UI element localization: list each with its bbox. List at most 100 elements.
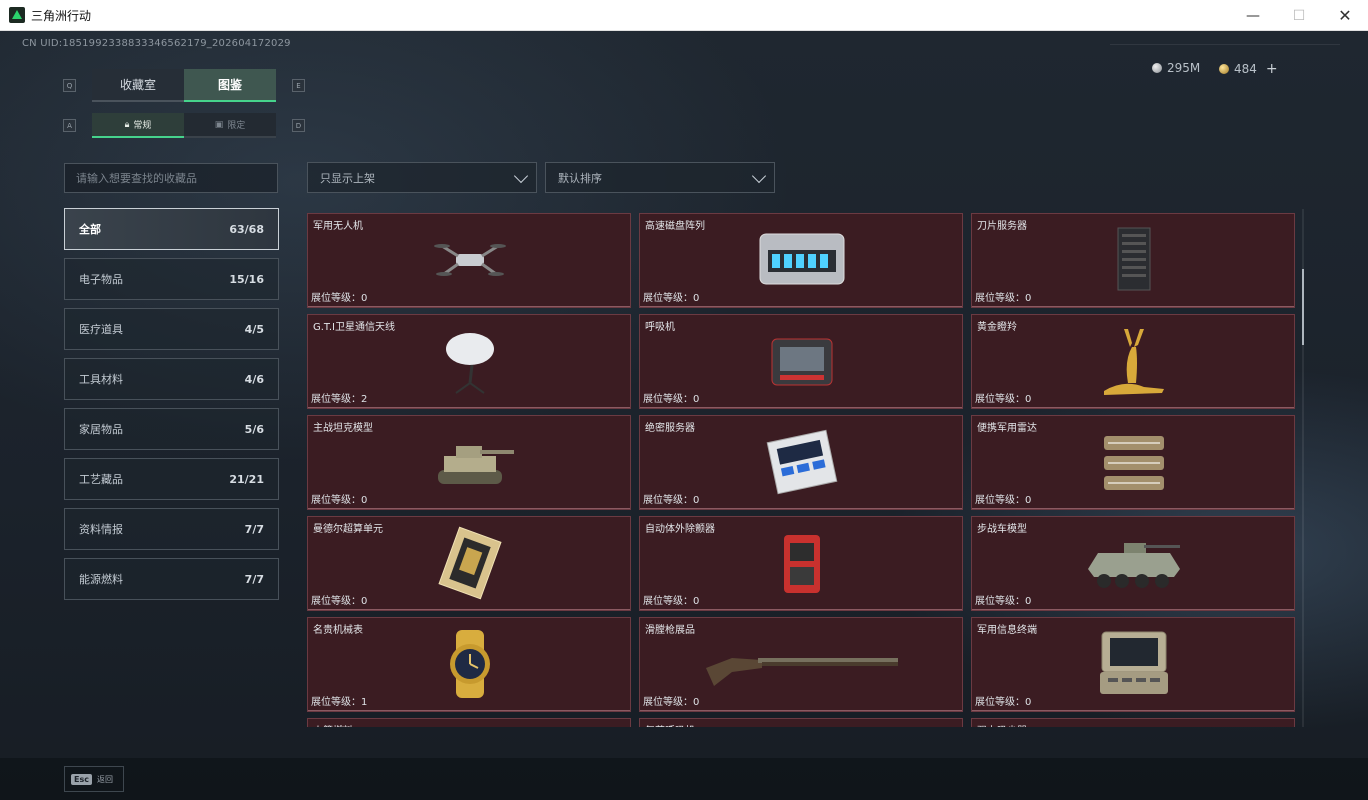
collection-item-card[interactable]: 火箭燃料 xyxy=(307,718,631,727)
category-label: 工具材料 xyxy=(79,373,123,386)
category-tools[interactable]: 工具材料 4/6 xyxy=(64,358,279,400)
item-booth-level: 展位等级：0 xyxy=(975,596,1032,607)
item-name: G.T.I卫星通信天线 xyxy=(313,322,395,333)
category-label: 工艺藏品 xyxy=(79,473,123,486)
key-hint-d: D xyxy=(292,119,305,132)
top-divider xyxy=(1110,44,1340,45)
collection-item-card[interactable]: 滑膛枪展品展位等级：0 xyxy=(639,617,963,712)
back-button[interactable]: Esc 返回 xyxy=(64,766,124,792)
collection-item-card[interactable]: 军用无人机展位等级：0 xyxy=(307,213,631,308)
bottom-bar xyxy=(0,758,1368,800)
category-count: 4/6 xyxy=(244,372,264,386)
maximize-button[interactable]: ☐ xyxy=(1276,0,1322,31)
collection-item-card[interactable]: 步战车模型展位等级：0 xyxy=(971,516,1295,611)
item-booth-level: 展位等级：0 xyxy=(643,697,700,708)
item-name: 军用信息终端 xyxy=(977,625,1037,636)
search-input[interactable]: 请输入想要查找的收藏品 xyxy=(64,163,278,193)
key-hint-e: E xyxy=(292,79,305,92)
item-booth-level: 展位等级：0 xyxy=(643,596,700,607)
collection-item-card[interactable]: 强力吸尘器 xyxy=(971,718,1295,727)
item-booth-level: 展位等级：0 xyxy=(975,697,1032,708)
item-booth-level: 展位等级：0 xyxy=(975,495,1032,506)
item-booth-level: 展位等级：0 xyxy=(643,495,700,506)
display-filter-value: 只显示上架 xyxy=(320,171,375,185)
rocket-fuel-icon xyxy=(308,719,631,727)
collection-item-card[interactable]: 高速磁盘阵列 展位等级：0 xyxy=(639,213,963,308)
add-currency-button[interactable]: + xyxy=(1266,61,1278,77)
grid-scrollbar-thumb[interactable] xyxy=(1302,269,1304,345)
collection-item-card[interactable]: 黄金瞪羚 展位等级：0 xyxy=(971,314,1295,409)
item-name: 名贵机械表 xyxy=(313,625,363,636)
item-name: 主战坦克模型 xyxy=(313,423,373,434)
category-count: 15/16 xyxy=(229,272,264,286)
key-hint-a: A xyxy=(63,119,76,132)
category-electronics[interactable]: 电子物品 15/16 xyxy=(64,258,279,300)
category-label: 全部 xyxy=(79,223,101,236)
display-filter-dropdown[interactable]: 只显示上架 xyxy=(307,162,537,193)
item-name: 复苏呼吸机 xyxy=(645,722,695,727)
game-screen: CN UID:1851992338833346562179_2026041720… xyxy=(0,31,1368,800)
item-booth-level: 展位等级：0 xyxy=(311,293,368,304)
chevron-down-icon xyxy=(513,168,529,184)
back-label: 返回 xyxy=(96,774,113,784)
tab-collection-room[interactable]: 收藏室 xyxy=(92,69,184,102)
subtab-limited[interactable]: ▣ 限定 xyxy=(184,113,276,138)
item-name: 刀片服务器 xyxy=(977,221,1027,232)
category-count: 7/7 xyxy=(244,572,264,586)
collection-item-card[interactable]: 复苏呼吸机 xyxy=(639,718,963,727)
item-name: 自动体外除颤器 xyxy=(645,524,715,535)
item-name: 滑膛枪展品 xyxy=(645,625,695,636)
category-count: 63/68 xyxy=(229,222,264,236)
chevron-down-icon xyxy=(751,168,767,184)
category-label: 医疗道具 xyxy=(79,323,123,336)
subtab-regular-label: 常规 xyxy=(133,121,152,131)
minimize-button[interactable]: — xyxy=(1230,0,1276,31)
item-name: 火箭燃料 xyxy=(313,722,353,727)
category-all[interactable]: 全部 63/68 xyxy=(64,208,279,250)
category-label: 资料情报 xyxy=(79,523,123,536)
tab-catalog[interactable]: 图鉴 xyxy=(184,69,276,102)
collection-item-card[interactable]: 名贵机械表展位等级：1 xyxy=(307,617,631,712)
category-intel[interactable]: 资料情报 7/7 xyxy=(64,508,279,550)
category-count: 7/7 xyxy=(244,522,264,536)
collection-item-card[interactable]: 便携军用雷达 展位等级：0 xyxy=(971,415,1295,510)
collection-item-card[interactable]: 主战坦克模型 展位等级：0 xyxy=(307,415,631,510)
category-fuel[interactable]: 能源燃料 7/7 xyxy=(64,558,279,600)
gold-currency: 484 + xyxy=(1219,61,1278,77)
item-name: 军用无人机 xyxy=(313,221,363,232)
category-count: 21/21 xyxy=(229,472,264,486)
gold-coin-icon xyxy=(1219,64,1229,74)
collection-item-card[interactable]: 刀片服务器展位等级：0 xyxy=(971,213,1295,308)
subtab-limited-label: 限定 xyxy=(227,121,246,131)
collection-item-card[interactable]: 绝密服务器展位等级：0 xyxy=(639,415,963,510)
silver-coin-icon xyxy=(1152,63,1162,73)
category-crafts[interactable]: 工艺藏品 21/21 xyxy=(64,458,279,500)
lock-icon: 🔒︎ xyxy=(124,119,130,130)
item-booth-level: 展位等级：0 xyxy=(643,293,700,304)
subtab-regular[interactable]: 🔒︎ 常规 xyxy=(92,113,184,138)
item-booth-level: 展位等级：1 xyxy=(311,697,368,708)
key-hint-q: Q xyxy=(63,79,76,92)
window-title: 三角洲行动 xyxy=(31,8,92,23)
collection-item-card[interactable]: 军用信息终端 展位等级：0 xyxy=(971,617,1295,712)
item-name: 呼吸机 xyxy=(645,322,675,333)
category-medical[interactable]: 医疗道具 4/5 xyxy=(64,308,279,350)
collection-item-card[interactable]: G.T.I卫星通信天线 展位等级：2 xyxy=(307,314,631,409)
collection-item-card[interactable]: 曼德尔超算单元 展位等级：0 xyxy=(307,516,631,611)
gold-amount: 484 xyxy=(1234,62,1257,76)
item-name: 强力吸尘器 xyxy=(977,722,1027,727)
collection-item-card[interactable]: 呼吸机 展位等级：0 xyxy=(639,314,963,409)
item-booth-level: 展位等级：2 xyxy=(311,394,368,405)
item-name: 绝密服务器 xyxy=(645,423,695,434)
silver-amount: 295M xyxy=(1167,61,1201,75)
category-household[interactable]: 家居物品 5/6 xyxy=(64,408,279,450)
category-label: 家居物品 xyxy=(79,423,123,436)
item-booth-level: 展位等级：0 xyxy=(975,394,1032,405)
close-button[interactable]: ✕ xyxy=(1322,0,1368,31)
window-titlebar: 三角洲行动 — ☐ ✕ xyxy=(0,0,1368,31)
item-name: 步战车模型 xyxy=(977,524,1027,535)
collection-item-card[interactable]: 自动体外除颤器 展位等级：0 xyxy=(639,516,963,611)
sort-dropdown[interactable]: 默认排序 xyxy=(545,162,775,193)
item-booth-level: 展位等级：0 xyxy=(311,596,368,607)
item-booth-level: 展位等级：0 xyxy=(975,293,1032,304)
